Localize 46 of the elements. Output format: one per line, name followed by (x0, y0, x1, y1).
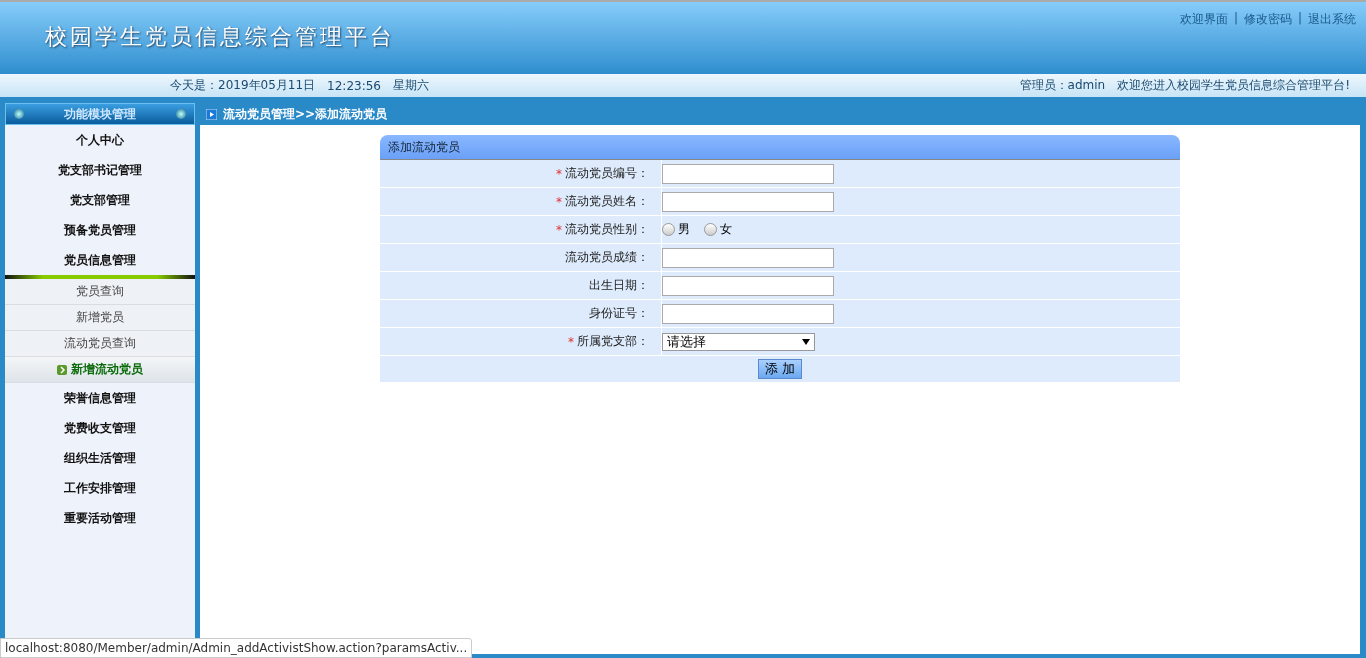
header-link[interactable]: 退出系统 (1308, 11, 1356, 74)
knob-icon (176, 109, 186, 119)
menu-item[interactable]: 预备党员管理 (5, 215, 195, 245)
submenu-item[interactable]: 党员查询 (5, 279, 195, 305)
menu-item[interactable]: 重要活动管理 (5, 503, 195, 533)
status-url: localhost:8080/Member/admin/Admin_addActivistShow.action?paramsActiv... (0, 638, 473, 658)
admin-text: 管理员：admin (1019, 77, 1106, 94)
link-separator: | (1297, 11, 1302, 27)
site-title: 校园学生党员信息综合管理平台 (44, 23, 395, 51)
input-field[interactable] (662, 275, 834, 296)
menu-item[interactable]: 党员信息管理 (5, 245, 195, 275)
header-link[interactable]: 修改密码 (1243, 11, 1292, 74)
knob-icon (14, 109, 24, 119)
dropdown-field[interactable]: 请选择 (662, 332, 815, 351)
input-field[interactable] (662, 191, 834, 212)
welcome-text: 欢迎您进入校园学生党员信息综合管理平台! (1117, 77, 1350, 94)
radio-label: 男 (678, 221, 690, 238)
menu-item[interactable]: 党费收支管理 (5, 413, 195, 443)
play-icon (206, 108, 217, 120)
form-title: 添加流动党员 (380, 135, 1180, 160)
menu-item[interactable]: 荣誉信息管理 (5, 383, 195, 413)
menu-item[interactable]: 组织生活管理 (5, 443, 195, 473)
breadcrumb: 流动党员管理>>添加流动党员 (223, 105, 388, 123)
date-text: 今天是：2019年05月11日 (170, 77, 316, 94)
menu-item[interactable]: 工作安排管理 (5, 473, 195, 503)
sidebar-title: 功能模块管理 (64, 105, 136, 123)
menu-item[interactable]: 党支部管理 (5, 185, 195, 215)
submenu-item[interactable]: 流动党员查询 (5, 331, 195, 357)
input-field[interactable] (662, 247, 834, 268)
field-label: * 流动党员性别： (380, 216, 662, 243)
radio-label: 女 (720, 221, 732, 238)
radio-button[interactable] (704, 223, 717, 236)
submenu-item[interactable]: 新增流动党员 (5, 357, 195, 383)
link-separator: | (1233, 11, 1238, 27)
header-link[interactable]: 欢迎界面 (1179, 11, 1228, 74)
weekday-text: 星期六 (393, 77, 429, 94)
add-button[interactable]: 添 加 (757, 359, 803, 379)
submenu-item[interactable]: 新增党员 (5, 305, 195, 331)
menu-item[interactable]: 个人中心 (5, 125, 195, 155)
radio-button[interactable] (662, 223, 675, 236)
arrow-icon (57, 364, 67, 375)
menu-item[interactable]: 党支部书记管理 (5, 155, 195, 185)
caret-icon (802, 338, 810, 345)
time-text: 12:23:56 (327, 78, 381, 93)
input-field[interactable] (662, 303, 834, 324)
input-field[interactable] (662, 163, 834, 184)
